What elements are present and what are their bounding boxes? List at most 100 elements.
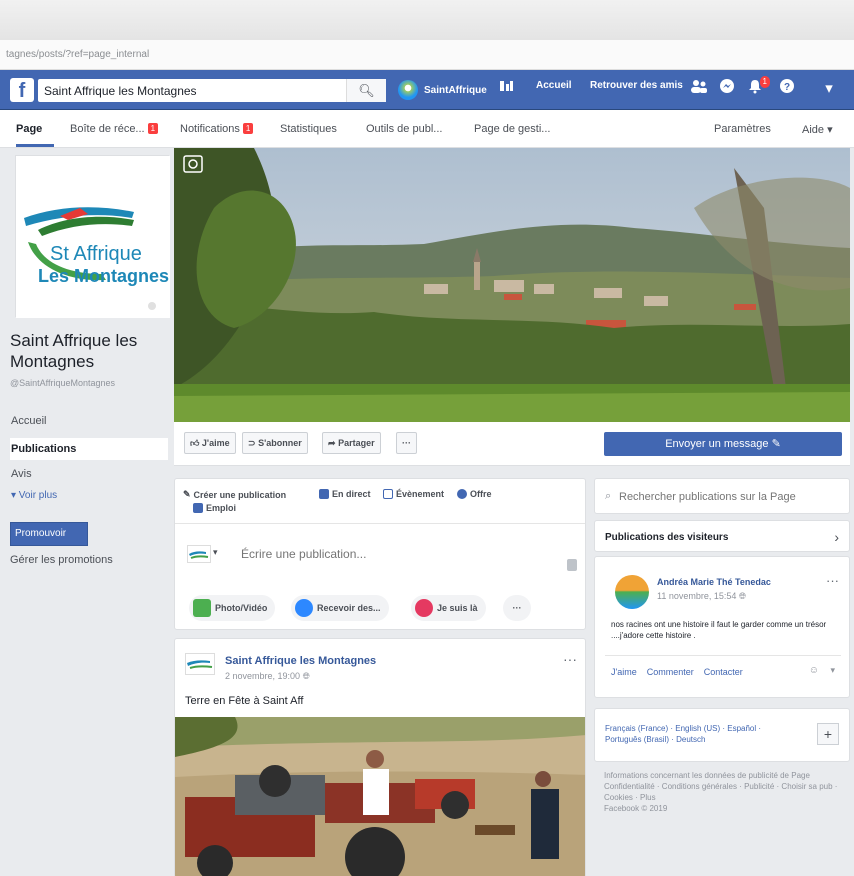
post-timestamp[interactable]: 2 novembre, 19:00 🌐︎	[225, 671, 310, 682]
page-search-box: ⌕	[594, 478, 850, 514]
sidebar-item-see-more[interactable]: ▾ Voir plus	[10, 488, 168, 504]
receive-messages-button[interactable]: Recevoir des...	[291, 595, 389, 621]
address-bar[interactable]: tagnes/posts/?ref=page_internal	[0, 40, 854, 70]
post-menu-button[interactable]: ···	[563, 651, 577, 667]
profile-link[interactable]: SaintAffrique	[398, 80, 487, 100]
workplace-icon[interactable]	[496, 78, 518, 100]
messenger-bubble-icon	[295, 599, 313, 617]
footer-ad-info-link[interactable]: Informations concernant les données de p…	[604, 770, 844, 781]
language-links[interactable]: Français (France) · English (US) · Españ…	[605, 723, 795, 745]
messenger-icon[interactable]	[716, 78, 738, 100]
send-message-button[interactable]: Envoyer un message ✎	[604, 432, 842, 456]
visitor-avatar[interactable]	[615, 575, 649, 609]
job-tab[interactable]: Emploi	[193, 503, 236, 513]
create-post-label: Créer une publication	[193, 489, 287, 500]
visitor-time: 11 novembre, 15:54	[657, 591, 737, 601]
write-post-input[interactable]	[241, 543, 541, 565]
offer-tag-icon	[457, 489, 467, 499]
search-button[interactable]: 🔍︎	[346, 79, 386, 102]
visitor-contact-link[interactable]: Contacter	[704, 667, 743, 677]
post-as-chevron-icon[interactable]: ▾	[213, 547, 218, 558]
nav-find-friends-link[interactable]: Retrouver des amis	[590, 80, 683, 91]
tab-statistics[interactable]: Statistiques	[280, 123, 337, 135]
tab-page-quality[interactable]: Page de gesti...	[474, 123, 550, 135]
sidebar-item-posts[interactable]: Publications	[10, 438, 168, 460]
visitor-post-time[interactable]: 11 novembre, 15:54 🌐︎	[657, 591, 746, 602]
check-in-button[interactable]: Je suis là	[411, 595, 486, 621]
profile-name: SaintAffrique	[424, 84, 487, 96]
logo-line-1: St Affrique	[50, 243, 142, 265]
photo-video-button[interactable]: Photo/Vidéo	[189, 595, 276, 621]
tab-inbox[interactable]: Boîte de réce... 1	[70, 123, 159, 135]
manage-promotions-link[interactable]: Gérer les promotions	[10, 554, 113, 566]
briefcase-icon	[193, 503, 203, 513]
visitor-author-name[interactable]: Andréa Marie Thé Tenedac	[657, 577, 771, 587]
facebook-top-bar: f 🔍︎ SaintAffrique Accueil Retrouver des…	[0, 70, 854, 110]
tab-notifications[interactable]: Notifications 1	[180, 123, 254, 135]
page-profile-picture[interactable]: St Affrique Les Montagnes	[15, 155, 170, 318]
page-username[interactable]: @SaintAffriqueMontagnes	[10, 378, 115, 388]
page-admin-tabs: Page Boîte de réce... 1 Notifications 1 St…	[0, 110, 854, 148]
post-author-avatar[interactable]	[185, 653, 215, 675]
tab-help[interactable]: Aide ▾	[802, 123, 833, 136]
event-tab[interactable]: Évènement	[383, 489, 444, 499]
footer-policy-links[interactable]: Confidentialité · Conditions générales ·…	[604, 781, 844, 803]
footer-copyright: Facebook © 2019	[604, 804, 668, 813]
rss-icon: ⊃	[248, 438, 256, 448]
page-logo: St Affrique Les Montagnes	[16, 156, 170, 318]
visitor-post-menu-button[interactable]: ···	[826, 573, 839, 588]
avatar	[398, 80, 418, 100]
visitor-like-link[interactable]: J'aime	[611, 667, 637, 677]
tab-page[interactable]: Page	[16, 123, 42, 135]
divider	[175, 523, 585, 524]
sidebar-item-reviews[interactable]: Avis	[10, 466, 168, 482]
post-text: Terre en Fête à Saint Aff	[185, 695, 304, 707]
tab-settings[interactable]: Paramètres	[714, 123, 771, 135]
page-avatar-small[interactable]	[187, 545, 211, 563]
tab-publishing-tools[interactable]: Outils de publ...	[366, 123, 442, 135]
search-icon: ⌕	[605, 490, 612, 502]
page-search-input[interactable]	[619, 485, 845, 509]
share-button[interactable]: ➦ Partager	[322, 432, 381, 454]
reaction-icon[interactable]: ☺︎	[809, 665, 819, 676]
promote-button[interactable]: Promouvoir	[10, 522, 88, 546]
job-label: Emploi	[206, 503, 237, 513]
composer-more-button[interactable]: ···	[503, 595, 531, 621]
post-composer: ✎ Créer une publication En direct Évèneme…	[174, 478, 586, 630]
create-post-tab[interactable]: ✎ Créer une publication	[183, 489, 286, 500]
notifications-count-badge: 1	[759, 76, 770, 88]
follow-label: S'abonner	[258, 438, 302, 448]
photo-icon	[193, 599, 211, 617]
help-icon[interactable]: ?	[776, 78, 798, 100]
svg-text:?: ?	[784, 82, 790, 93]
share-label: Partager	[338, 438, 375, 448]
nav-home-link[interactable]: Accueil	[536, 80, 572, 91]
chevron-right-icon[interactable]: ›	[834, 529, 839, 545]
check-in-label: Je suis là	[437, 603, 478, 613]
notifications-badge: 1	[242, 123, 254, 134]
notifications-bell-icon[interactable]: 1	[744, 76, 770, 100]
facebook-logo-icon[interactable]: f	[10, 78, 34, 102]
like-page-button[interactable]: 👍︎ J'aime	[184, 432, 236, 454]
calendar-icon	[383, 489, 393, 499]
friend-requests-icon[interactable]	[688, 78, 710, 100]
post-photo[interactable]	[175, 717, 585, 876]
offer-tab[interactable]: Offre	[457, 489, 492, 499]
url-text[interactable]: tagnes/posts/?ref=page_internal	[6, 49, 149, 60]
sidebar-item-home[interactable]: Accueil	[10, 410, 168, 432]
visitor-comment-link[interactable]: Commenter	[647, 667, 694, 677]
search-input[interactable]	[38, 79, 338, 102]
more-actions-button[interactable]: ···	[396, 432, 417, 454]
tractor-photo	[175, 717, 585, 876]
event-label: Évènement	[396, 489, 445, 499]
add-language-button[interactable]: +	[817, 723, 839, 745]
page-title[interactable]: Saint Affrique les Montagnes	[10, 330, 170, 372]
globe-icon: 🌐︎	[302, 671, 310, 681]
attachment-icon[interactable]	[567, 559, 577, 571]
follow-button[interactable]: ⊃ S'abonner	[242, 432, 308, 454]
chevron-down-icon[interactable]: ▾	[830, 665, 835, 676]
account-menu-chevron-icon[interactable]: ▾	[818, 78, 840, 100]
cover-photo[interactable]	[174, 148, 850, 422]
post-author-name[interactable]: Saint Affrique les Montagnes	[225, 655, 376, 667]
live-video-tab[interactable]: En direct	[319, 489, 371, 499]
